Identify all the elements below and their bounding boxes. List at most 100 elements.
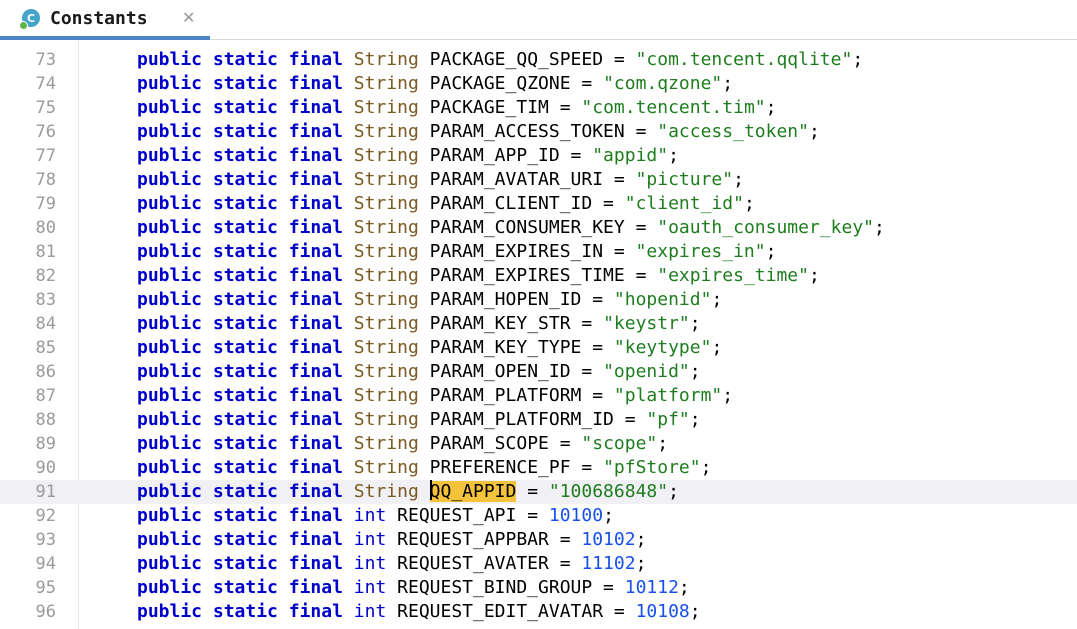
line-number: 83 bbox=[35, 290, 56, 310]
code-line[interactable]: 73 public static final String PACKAGE_QQ_… bbox=[0, 48, 1077, 72]
line-number: 84 bbox=[35, 314, 56, 334]
code-line[interactable]: 95 public static final int REQUEST_BIND_G… bbox=[0, 576, 1077, 600]
keyword-public: public bbox=[137, 121, 203, 142]
code-text: public static final int REQUEST_EDIT_AVA… bbox=[137, 601, 701, 622]
code-line[interactable]: 75 public static final String PACKAGE_TIM… bbox=[0, 96, 1077, 120]
literal-value: "platform" bbox=[613, 385, 723, 406]
type-name: int bbox=[353, 553, 387, 574]
tab-title: Constants bbox=[50, 8, 148, 29]
code-text: public static final String PARAM_PLATFOR… bbox=[137, 409, 701, 430]
keyword-static: static bbox=[212, 241, 278, 262]
code-line[interactable]: 90 public static final String PREFERENCE_… bbox=[0, 456, 1077, 480]
code-editor[interactable]: 73 public static final String PACKAGE_QQ_… bbox=[0, 40, 1077, 629]
code-line[interactable]: 92 public static final int REQUEST_API = … bbox=[0, 504, 1077, 528]
keyword-public: public bbox=[137, 409, 203, 430]
type-name: String bbox=[353, 73, 419, 94]
identifier: PARAM_ACCESS_TOKEN bbox=[429, 121, 625, 142]
keyword-final: final bbox=[288, 433, 343, 454]
type-name: String bbox=[353, 97, 419, 118]
literal-value: "expires_in" bbox=[635, 241, 766, 262]
code-text: public static final int REQUEST_BIND_GRO… bbox=[137, 577, 690, 598]
close-icon[interactable]: ✕ bbox=[182, 8, 195, 28]
identifier: PARAM_AVATAR_URI bbox=[429, 169, 604, 190]
keyword-public: public bbox=[137, 313, 203, 334]
selected-identifier[interactable]: QQ_APPID bbox=[429, 480, 517, 502]
code-line[interactable]: 76 public static final String PARAM_ACCES… bbox=[0, 120, 1077, 144]
type-name: String bbox=[353, 241, 419, 262]
type-name: String bbox=[353, 457, 419, 478]
identifier: REQUEST_API bbox=[397, 505, 517, 526]
keyword-static: static bbox=[212, 289, 278, 310]
code-line[interactable]: 74 public static final String PACKAGE_QZO… bbox=[0, 72, 1077, 96]
code-text: public static final String PARAM_AVATAR_… bbox=[137, 169, 744, 190]
type-name: String bbox=[353, 313, 419, 334]
keyword-static: static bbox=[212, 169, 278, 190]
keyword-public: public bbox=[137, 553, 203, 574]
literal-value: "com.tencent.tim" bbox=[581, 97, 766, 118]
code-line[interactable]: 96 public static final int REQUEST_EDIT_A… bbox=[0, 600, 1077, 624]
code-line[interactable]: 88 public static final String PARAM_PLATF… bbox=[0, 408, 1077, 432]
keyword-final: final bbox=[288, 553, 343, 574]
identifier: REQUEST_BIND_GROUP bbox=[397, 577, 593, 598]
identifier: PARAM_PLATFORM_ID bbox=[429, 409, 614, 430]
literal-value: "appid" bbox=[592, 145, 669, 166]
keyword-static: static bbox=[212, 409, 278, 430]
keyword-final: final bbox=[288, 97, 343, 118]
code-line[interactable]: 85 public static final String PARAM_KEY_T… bbox=[0, 336, 1077, 360]
keyword-public: public bbox=[137, 193, 203, 214]
code-line[interactable]: 78 public static final String PARAM_AVATA… bbox=[0, 168, 1077, 192]
code-line[interactable]: 82 public static final String PARAM_EXPIR… bbox=[0, 264, 1077, 288]
code-line[interactable]: 86 public static final String PARAM_OPEN_… bbox=[0, 360, 1077, 384]
keyword-public: public bbox=[137, 529, 203, 550]
identifier: PACKAGE_QQ_SPEED bbox=[429, 49, 604, 70]
code-text: public static final String PARAM_KEY_TYP… bbox=[137, 337, 723, 358]
type-name: String bbox=[353, 265, 419, 286]
code-line[interactable]: 80 public static final String PARAM_CONSU… bbox=[0, 216, 1077, 240]
code-text: public static final String PARAM_KEY_STR… bbox=[137, 313, 701, 334]
type-name: String bbox=[353, 217, 419, 238]
keyword-static: static bbox=[212, 193, 278, 214]
literal-value: "com.tencent.qqlite" bbox=[635, 49, 853, 70]
code-line[interactable]: 91 public static final String QQ_APPID = … bbox=[0, 480, 1077, 504]
keyword-public: public bbox=[137, 241, 203, 262]
type-name: int bbox=[353, 529, 387, 550]
line-number: 80 bbox=[35, 218, 56, 238]
literal-value: "openid" bbox=[603, 361, 690, 382]
code-text: public static final int REQUEST_API = 10… bbox=[137, 505, 614, 526]
line-number: 91 bbox=[35, 482, 56, 502]
code-line[interactable]: 89 public static final String PARAM_SCOPE… bbox=[0, 432, 1077, 456]
code-text: public static final String PARAM_PLATFOR… bbox=[137, 385, 734, 406]
literal-value: 10112 bbox=[624, 577, 679, 598]
keyword-final: final bbox=[288, 193, 343, 214]
class-badge-icon bbox=[19, 21, 28, 30]
code-line[interactable]: 81 public static final String PARAM_EXPIR… bbox=[0, 240, 1077, 264]
code-line[interactable]: 93 public static final int REQUEST_APPBAR… bbox=[0, 528, 1077, 552]
keyword-static: static bbox=[212, 433, 278, 454]
keyword-public: public bbox=[137, 577, 203, 598]
literal-value: 10102 bbox=[581, 529, 636, 550]
code-line[interactable]: 87 public static final String PARAM_PLATF… bbox=[0, 384, 1077, 408]
tab-constants[interactable]: C Constants ✕ bbox=[0, 0, 210, 40]
type-name: String bbox=[353, 289, 419, 310]
keyword-public: public bbox=[137, 601, 203, 622]
identifier: PARAM_CLIENT_ID bbox=[429, 193, 593, 214]
keyword-final: final bbox=[288, 265, 343, 286]
keyword-static: static bbox=[212, 385, 278, 406]
code-line[interactable]: 79 public static final String PARAM_CLIEN… bbox=[0, 192, 1077, 216]
literal-value: 10108 bbox=[635, 601, 690, 622]
keyword-static: static bbox=[212, 481, 278, 502]
literal-value: "com.qzone" bbox=[603, 73, 723, 94]
keyword-final: final bbox=[288, 361, 343, 382]
line-number: 93 bbox=[35, 530, 56, 550]
code-line[interactable]: 94 public static final int REQUEST_AVATER… bbox=[0, 552, 1077, 576]
identifier: PARAM_PLATFORM bbox=[429, 385, 582, 406]
code-line[interactable]: 83 public static final String PARAM_HOPEN… bbox=[0, 288, 1077, 312]
code-line[interactable]: 77 public static final String PARAM_APP_I… bbox=[0, 144, 1077, 168]
identifier: PARAM_CONSUMER_KEY bbox=[429, 217, 625, 238]
keyword-static: static bbox=[212, 361, 278, 382]
code-line[interactable]: 84 public static final String PARAM_KEY_S… bbox=[0, 312, 1077, 336]
type-name: String bbox=[353, 49, 419, 70]
keyword-final: final bbox=[288, 481, 343, 502]
type-name: String bbox=[353, 409, 419, 430]
literal-value: "picture" bbox=[635, 169, 734, 190]
